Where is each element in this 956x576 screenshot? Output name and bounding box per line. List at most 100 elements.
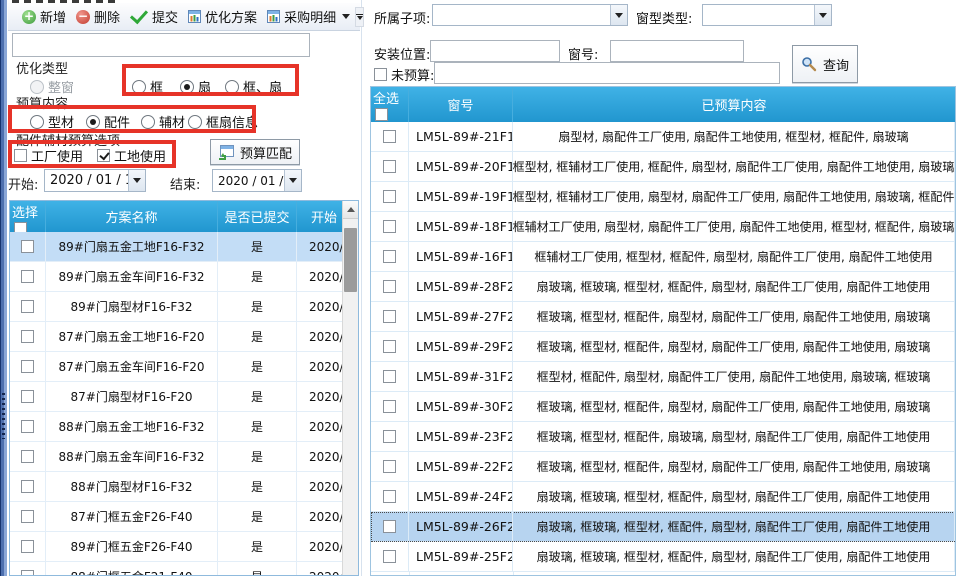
row-checkbox[interactable]: [383, 340, 396, 353]
start-column-header[interactable]: 开始: [297, 201, 344, 232]
plan-table-row[interactable]: 88#门扇型材F16-F32 是 2020/0: [10, 472, 344, 502]
plan-table-row[interactable]: 87#门框五金F26-F40 是 2020/0: [10, 502, 344, 532]
row-checkbox[interactable]: [21, 240, 34, 253]
select-all-checkbox[interactable]: [375, 108, 388, 121]
row-checkbox[interactable]: [21, 540, 34, 553]
budget-table-row[interactable]: LM5L-89#-18F16 框辅材工厂使用, 扇型材, 扇配件工厂使用, 扇配…: [371, 212, 955, 242]
start-date-picker[interactable]: 2020 / 01 / 1: [44, 169, 146, 192]
no-budget-input[interactable]: [434, 62, 780, 84]
query-button[interactable]: 查询: [792, 45, 858, 83]
scroll-up-icon[interactable]: [343, 201, 358, 219]
vertical-scrollbar[interactable]: [342, 201, 358, 575]
row-checkbox[interactable]: [383, 370, 396, 383]
install-position-input[interactable]: [430, 40, 560, 62]
budget-table-row[interactable]: LM5L-89#-22F20 框玻璃, 框型材, 框配件, 扇型材, 扇配件工厂…: [371, 452, 955, 482]
search-input[interactable]: [12, 33, 310, 57]
row-select-cell: [10, 232, 46, 261]
budget-table-row[interactable]: LM5L-89#-16F15 框辅材工厂使用, 框型材, 框配件, 扇型材, 扇…: [371, 242, 955, 272]
row-checkbox[interactable]: [21, 270, 34, 283]
budget-table-row[interactable]: LM5L-89#-20F18 框型材, 框辅材工厂使用, 框配件, 扇型材, 扇…: [371, 152, 955, 182]
radio-profile[interactable]: 型材: [30, 112, 74, 131]
dropdown-arrow-icon[interactable]: [128, 170, 145, 191]
radio-icon: [30, 115, 44, 129]
budget-table-row[interactable]: LM5L-89#-24F22 扇玻璃, 框玻璃, 框型材, 框配件, 扇型材, …: [371, 482, 955, 512]
row-checkbox[interactable]: [21, 420, 34, 433]
row-checkbox[interactable]: [383, 430, 396, 443]
purchase-detail-button[interactable]: 采购明细: [262, 5, 355, 28]
scrollbar-thumb[interactable]: [344, 228, 357, 292]
window-no-column-header[interactable]: 窗号: [409, 87, 513, 122]
budget-table-row[interactable]: LM5L-89#-25F23 扇玻璃, 框玻璃, 框型材, 框配件, 扇型材, …: [371, 542, 955, 572]
plan-table-row[interactable]: 87#门扇五金车间F16-F20 是 2020/0: [10, 352, 344, 382]
radio-frame-sash-info[interactable]: 框扇信息: [188, 112, 258, 131]
budget-match-button[interactable]: 预算匹配: [210, 139, 300, 165]
row-select-cell: [371, 302, 409, 331]
radio-sash[interactable]: 扇: [180, 77, 211, 96]
plan-table-row[interactable]: 89#门扇型材F16-F32 是 2020/0: [10, 292, 344, 322]
row-checkbox[interactable]: [383, 310, 396, 323]
row-checkbox[interactable]: [383, 130, 396, 143]
end-date-picker[interactable]: 2020 / 01 / 13: [212, 169, 302, 192]
row-checkbox[interactable]: [383, 280, 396, 293]
row-checkbox[interactable]: [21, 570, 34, 576]
row-checkbox[interactable]: [21, 360, 34, 373]
plan-table-row[interactable]: 88#门扇五金工地F16-F32 是 2020/0: [10, 412, 344, 442]
row-checkbox[interactable]: [21, 480, 34, 493]
budget-table-row[interactable]: LM5L-89#-30F28 框玻璃, 框型材, 框配件, 扇型材, 扇配件工厂…: [371, 392, 955, 422]
plan-table-row[interactable]: 89#门扇五金工地F16-F32 是 2020/0: [10, 232, 344, 262]
add-button[interactable]: + 新增: [17, 5, 71, 28]
window-no-input[interactable]: [610, 40, 744, 62]
row-checkbox[interactable]: [21, 450, 34, 463]
plan-table-row[interactable]: 87#门扇五金工地F16-F20 是 2020/0: [10, 322, 344, 352]
budget-table-row[interactable]: LM5L-89#-21F19 扇型材, 扇配件工厂使用, 扇配件工地使用, 框型…: [371, 122, 955, 152]
window-type-select[interactable]: [702, 4, 832, 26]
budget-content-cell: 框辅材工厂使用, 框型材, 框配件, 扇型材, 扇配件工厂使用, 扇配件工地使用: [513, 242, 955, 271]
radio-accessory[interactable]: 配件: [86, 112, 130, 131]
radio-auxiliary[interactable]: 辅材: [141, 112, 185, 131]
radio-frame[interactable]: 框: [132, 77, 163, 96]
plan-table-row[interactable]: 89#门扇五金车间F16-F32 是 2020/0: [10, 262, 344, 292]
budget-table-row[interactable]: LM5L-89#-23F21 框玻璃, 框型材, 框配件, 扇玻璃, 扇型材, …: [371, 422, 955, 452]
checkbox-factory-use[interactable]: 工厂使用: [14, 146, 83, 165]
dropdown-arrow-icon[interactable]: [610, 5, 627, 25]
row-checkbox[interactable]: [21, 510, 34, 523]
plan-table-row[interactable]: 88#门扇五金车间F16-F32 是 2020/0: [10, 442, 344, 472]
delete-button[interactable]: − 删除: [71, 5, 125, 28]
submitted-column-header[interactable]: 是否已提交: [218, 201, 297, 232]
row-checkbox[interactable]: [383, 250, 396, 263]
row-checkbox[interactable]: [383, 220, 396, 233]
row-checkbox[interactable]: [21, 330, 34, 343]
budget-content-column-header[interactable]: 已预算内容: [513, 87, 955, 122]
splitter-grip[interactable]: [2, 393, 5, 439]
submit-button[interactable]: 提交: [125, 5, 183, 28]
no-budget-checkbox[interactable]: 未预算:: [374, 65, 434, 84]
radio-frame-sash[interactable]: 框、扇: [225, 77, 282, 96]
budget-table-row[interactable]: LM5L-89#-19F17 框型材, 框辅材工厂使用, 扇型材, 扇配件工厂使…: [371, 182, 955, 212]
budget-content-cell: 框玻璃, 框型材, 框配件, 扇型材, 扇配件工厂使用, 扇配件工地使用, 扇玻…: [513, 452, 955, 481]
row-checkbox[interactable]: [383, 400, 396, 413]
row-checkbox[interactable]: [383, 490, 396, 503]
dropdown-arrow-icon[interactable]: [284, 170, 301, 191]
row-checkbox[interactable]: [383, 460, 396, 473]
optimize-plan-button[interactable]: 优化方案: [183, 5, 262, 28]
budget-table-row[interactable]: LM5L-89#-26F24 扇玻璃, 框玻璃, 框型材, 框配件, 扇型材, …: [371, 512, 955, 542]
plan-table-row[interactable]: 89#门框五金F26-F40 是 2020/0: [10, 532, 344, 562]
plan-table-row[interactable]: 88#门框五金F21-F40 是 2020/0: [10, 562, 344, 576]
row-checkbox[interactable]: [383, 190, 396, 203]
row-checkbox[interactable]: [21, 300, 34, 313]
budget-table-row[interactable]: LM5L-89#-27F25 框玻璃, 框型材, 框配件, 扇型材, 扇配件工厂…: [371, 302, 955, 332]
budget-table-row[interactable]: LM5L-89#-28F26 扇玻璃, 框玻璃, 框型材, 框配件, 扇型材, …: [371, 272, 955, 302]
toolbar-overflow-button[interactable]: [355, 7, 364, 27]
budget-table-row[interactable]: LM5L-89#-29F27 框玻璃, 框型材, 框配件, 扇型材, 扇配件工厂…: [371, 332, 955, 362]
sub-item-select[interactable]: [432, 4, 628, 26]
row-checkbox[interactable]: [21, 390, 34, 403]
plan-name-column-header[interactable]: 方案名称: [46, 201, 218, 232]
plan-table-row[interactable]: 87#门扇型材F16-F20 是 2020/0: [10, 382, 344, 412]
budget-table-header: 全选 窗号 已预算内容: [371, 87, 955, 122]
row-checkbox[interactable]: [383, 160, 396, 173]
dropdown-arrow-icon[interactable]: [814, 5, 831, 25]
checkbox-site-use[interactable]: 工地使用: [97, 146, 166, 165]
row-checkbox[interactable]: [383, 550, 396, 563]
row-checkbox[interactable]: [383, 520, 396, 533]
budget-table-row[interactable]: LM5L-89#-31F29 框型材, 框配件, 扇型材, 扇配件工厂使用, 扇…: [371, 362, 955, 392]
